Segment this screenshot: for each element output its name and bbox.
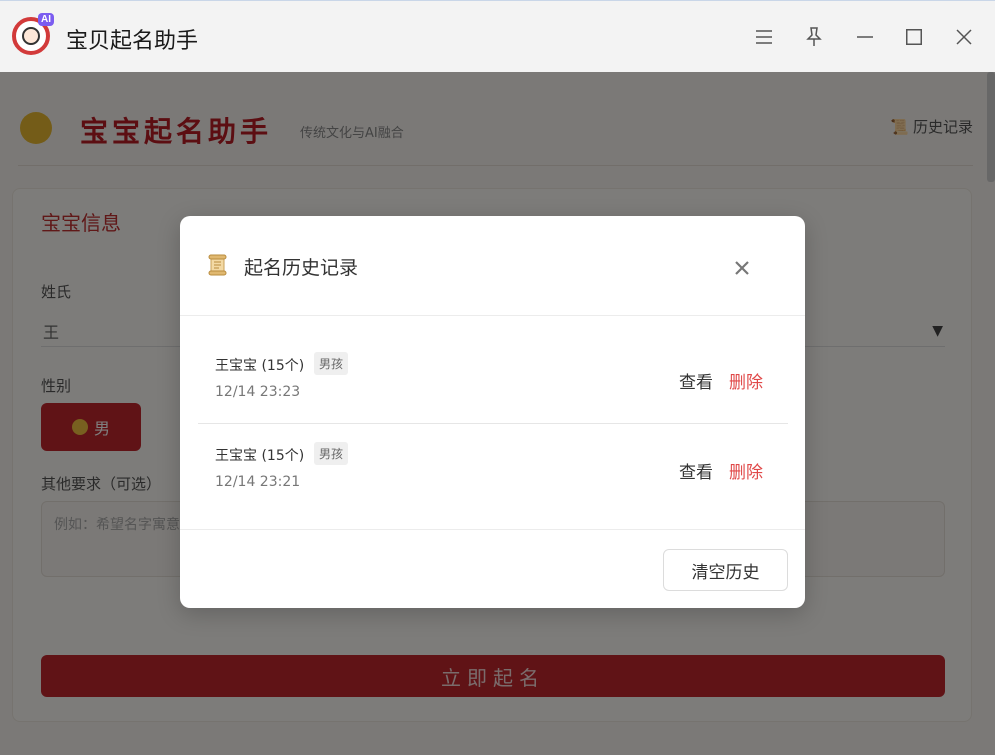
pin-icon[interactable] bbox=[800, 23, 828, 51]
ai-badge: AI bbox=[38, 13, 54, 26]
app-logo: AI bbox=[12, 13, 54, 55]
history-dialog: 起名历史记录 王宝宝 (15个) 男孩 12/14 23:23 查看 删除 王宝… bbox=[180, 216, 805, 608]
dialog-header: 起名历史记录 bbox=[180, 216, 805, 316]
scroll-icon bbox=[208, 254, 228, 276]
history-list: 王宝宝 (15个) 男孩 12/14 23:23 查看 删除 王宝宝 (15个)… bbox=[180, 316, 805, 530]
list-item: 王宝宝 (15个) 男孩 12/14 23:21 查看 删除 bbox=[198, 424, 788, 514]
window-title: 宝贝起名助手 bbox=[66, 29, 199, 54]
delete-button[interactable]: 删除 bbox=[729, 458, 763, 483]
maximize-icon[interactable] bbox=[900, 23, 928, 51]
history-item-name: 王宝宝 (15个) bbox=[215, 358, 305, 374]
menu-icon[interactable] bbox=[750, 23, 778, 51]
view-button[interactable]: 查看 bbox=[679, 458, 713, 483]
gender-tag: 男孩 bbox=[314, 352, 349, 375]
gender-tag: 男孩 bbox=[314, 442, 349, 465]
history-item-time: 12/14 23:23 bbox=[215, 384, 301, 400]
dialog-title: 起名历史记录 bbox=[244, 257, 359, 279]
title-bar: AI 宝贝起名助手 bbox=[0, 0, 995, 72]
clear-history-button[interactable]: 清空历史 bbox=[663, 549, 788, 591]
delete-button[interactable]: 删除 bbox=[729, 368, 763, 393]
baby-face-icon bbox=[22, 27, 40, 45]
close-icon[interactable] bbox=[730, 256, 754, 280]
close-window-icon[interactable] bbox=[950, 23, 978, 51]
history-item-name: 王宝宝 (15个) bbox=[215, 448, 305, 464]
dialog-footer: 清空历史 bbox=[180, 530, 805, 608]
view-button[interactable]: 查看 bbox=[679, 368, 713, 393]
list-item: 王宝宝 (15个) 男孩 12/14 23:23 查看 删除 bbox=[198, 334, 788, 424]
history-item-time: 12/14 23:21 bbox=[215, 474, 301, 490]
minimize-icon[interactable] bbox=[851, 23, 879, 51]
